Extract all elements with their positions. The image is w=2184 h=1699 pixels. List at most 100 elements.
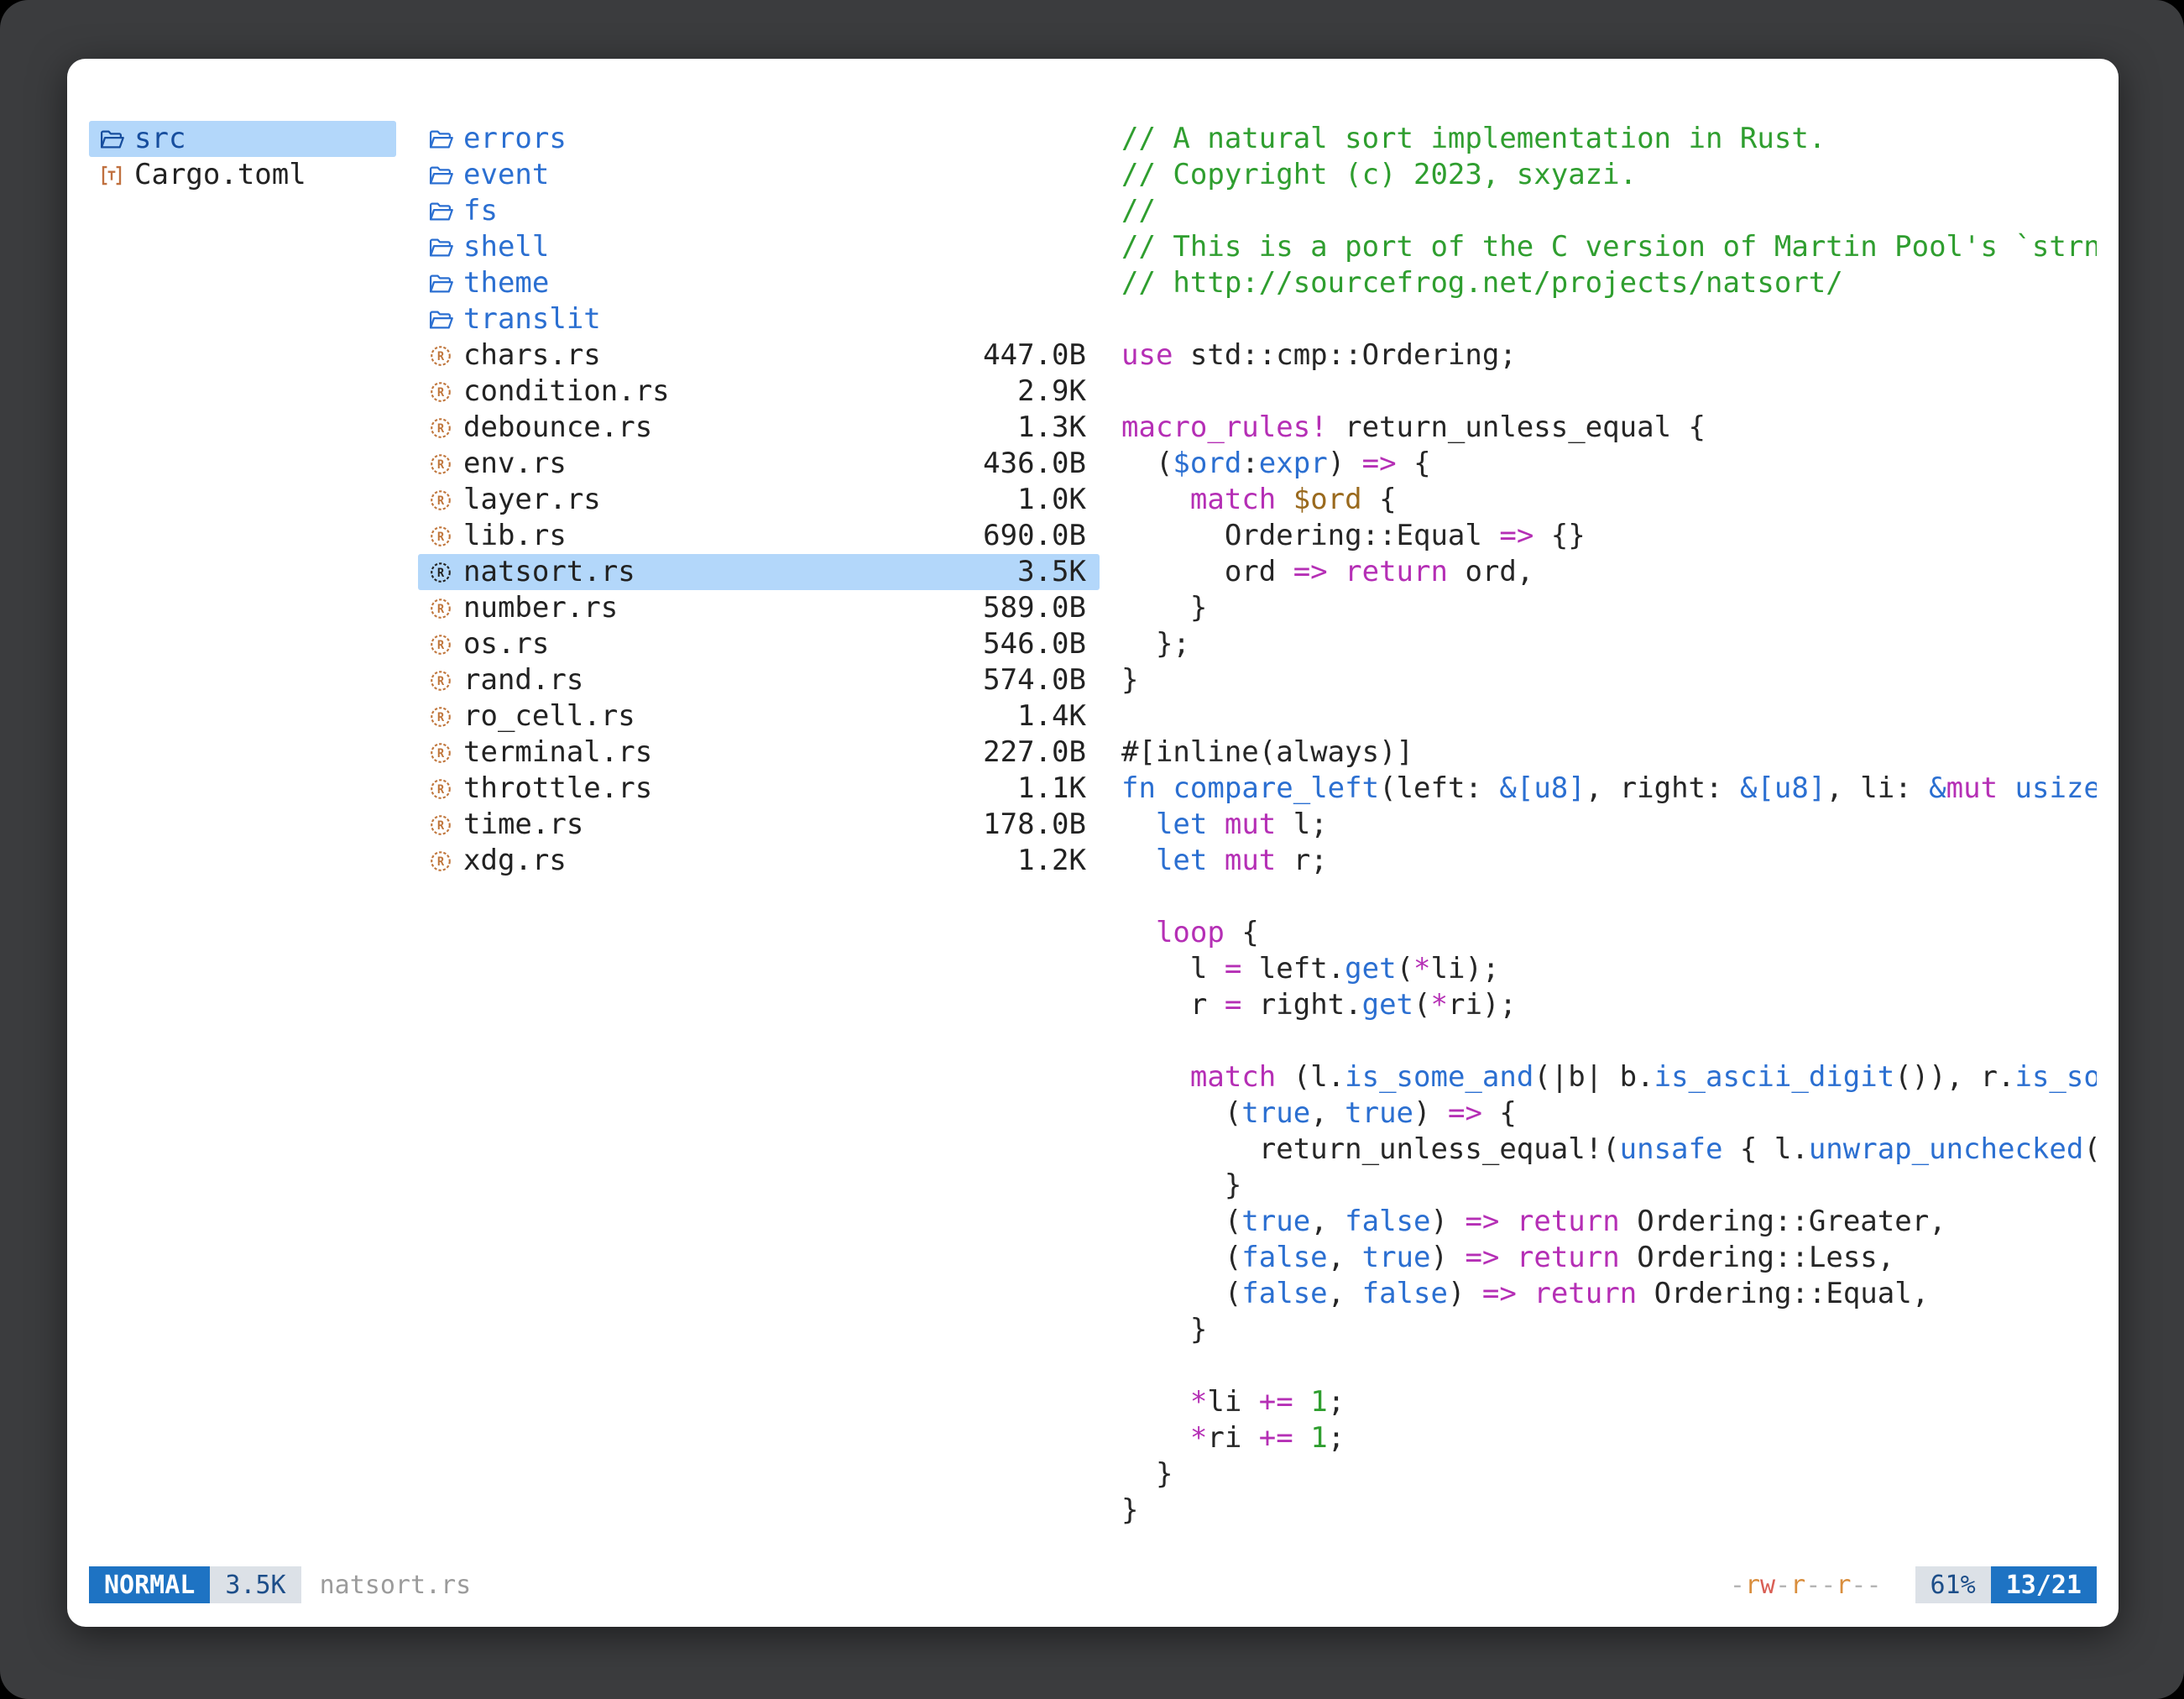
dir-entry-theme[interactable]: theme [418,265,1100,301]
entry-name: natsort.rs [463,554,635,590]
code-line: }; [1121,626,2097,662]
code-line: r = right.get(*ri); [1121,987,2097,1023]
code-line: ord => return ord, [1121,554,2097,590]
folder-open-icon [426,271,455,296]
rust-file-icon: R [426,524,455,549]
code-line [1121,374,2097,410]
dir-entry-shell[interactable]: shell [418,229,1100,265]
file-entry-natsort.rs[interactable]: Rnatsort.rs3.5K [418,554,1100,590]
rust-file-icon: R [426,452,455,477]
entry-name: time.rs [463,807,583,843]
code-line: (true, true) => { [1121,1095,2097,1132]
code-line: use std::cmp::Ordering; [1121,337,2097,374]
code-line: // A natural sort implementation in Rust… [1121,121,2097,157]
entry-size: 690.0B [983,518,1086,554]
dir-entry-fs[interactable]: fs [418,193,1100,229]
dir-entry-translit[interactable]: translit [418,301,1100,337]
entry-name: throttle.rs [463,771,652,807]
file-entry-number.rs[interactable]: Rnumber.rs589.0B [418,590,1100,626]
entry-name: src [134,121,185,157]
desktop-background: srcCargo.toml errorseventfsshellthemetra… [0,0,2184,1699]
entry-size: 1.4K [1017,698,1086,734]
code-line: // [1121,193,2097,229]
rust-file-icon: R [426,560,455,585]
code-line: ($ord:expr) => { [1121,446,2097,482]
current-directory-pane: errorseventfsshellthemetranslitRchars.rs… [418,121,1100,1565]
rust-file-icon: R [426,596,455,621]
file-entry-Cargo.toml[interactable]: Cargo.toml [89,157,396,193]
code-line: } [1121,590,2097,626]
file-entry-debounce.rs[interactable]: Rdebounce.rs1.3K [418,410,1100,446]
file-entry-condition.rs[interactable]: Rcondition.rs2.9K [418,374,1100,410]
code-line: Ordering::Equal => {} [1121,518,2097,554]
entry-size: 2.9K [1017,374,1086,410]
scroll-percent-indicator: 61% [1915,1566,1991,1603]
code-line [1121,301,2097,337]
code-line: // This is a port of the C version of Ma… [1121,229,2097,265]
entry-size: 178.0B [983,807,1086,843]
entry-name: lib.rs [463,518,567,554]
entry-size: 1.3K [1017,410,1086,446]
code-line: match $ord { [1121,482,2097,518]
code-line: macro_rules! return_unless_equal { [1121,410,2097,446]
svg-text:R: R [437,567,445,580]
entry-name: event [463,157,549,193]
code-line: } [1121,1456,2097,1493]
svg-text:R: R [437,855,445,869]
file-entry-ro_cell.rs[interactable]: Rro_cell.rs1.4K [418,698,1100,734]
entry-size: 227.0B [983,734,1086,771]
panes-container: srcCargo.toml errorseventfsshellthemetra… [89,121,2097,1565]
status-filename: natsort.rs [320,1571,472,1600]
svg-text:R: R [437,386,445,400]
entry-name: terminal.rs [463,734,652,771]
dir-entry-src[interactable]: src [89,121,396,157]
file-entry-env.rs[interactable]: Renv.rs436.0B [418,446,1100,482]
rust-file-icon: R [426,776,455,802]
dir-entry-errors[interactable]: errors [418,121,1100,157]
entry-name: layer.rs [463,482,601,518]
file-entry-time.rs[interactable]: Rtime.rs178.0B [418,807,1100,843]
file-entry-os.rs[interactable]: Ros.rs546.0B [418,626,1100,662]
svg-text:R: R [437,639,445,652]
code-line: // http://sourcefrog.net/projects/natsor… [1121,265,2097,301]
entry-name: errors [463,121,567,157]
code-line [1121,1348,2097,1384]
svg-text:R: R [437,747,445,761]
file-entry-terminal.rs[interactable]: Rterminal.rs 227.0B [418,734,1100,771]
file-entry-layer.rs[interactable]: Rlayer.rs1.0K [418,482,1100,518]
yazi-file-manager-window: srcCargo.toml errorseventfsshellthemetra… [67,59,2119,1627]
entry-size: 574.0B [983,662,1086,698]
entry-name: Cargo.toml [134,157,306,193]
entry-size: 436.0B [983,446,1086,482]
dir-entry-event[interactable]: event [418,157,1100,193]
file-entry-throttle.rs[interactable]: Rthrottle.rs1.1K [418,771,1100,807]
entry-name: translit [463,301,601,337]
folder-open-icon [426,127,455,152]
mode-indicator: NORMAL [89,1566,210,1603]
code-line: fn compare_left(left: &[u8], right: &[u8… [1121,771,2097,807]
file-entry-rand.rs[interactable]: Rrand.rs574.0B [418,662,1100,698]
folder-open-icon [97,127,126,152]
code-line: // Copyright (c) 2023, sxyazi. [1121,157,2097,193]
rust-file-icon: R [426,416,455,441]
file-entry-lib.rs[interactable]: Rlib.rs 690.0B [418,518,1100,554]
toml-file-icon [97,163,126,188]
entry-size: 1.2K [1017,843,1086,879]
rust-file-icon: R [426,740,455,766]
code-line: } [1121,662,2097,698]
code-line: l = left.get(*li); [1121,951,2097,987]
file-entry-xdg.rs[interactable]: Rxdg.rs1.2K [418,843,1100,879]
svg-text:R: R [437,350,445,363]
entry-name: theme [463,265,549,301]
permissions-indicator: -rw-r--r-- [1730,1571,1882,1600]
code-line: let mut r; [1121,843,2097,879]
code-line: } [1121,1312,2097,1348]
folder-open-icon [426,199,455,224]
file-size-indicator: 3.5K [210,1566,300,1603]
code-line: loop { [1121,915,2097,951]
file-entry-chars.rs[interactable]: Rchars.rs447.0B [418,337,1100,374]
svg-text:R: R [437,675,445,688]
rust-file-icon: R [426,668,455,693]
svg-text:R: R [437,711,445,724]
entry-name: number.rs [463,590,618,626]
